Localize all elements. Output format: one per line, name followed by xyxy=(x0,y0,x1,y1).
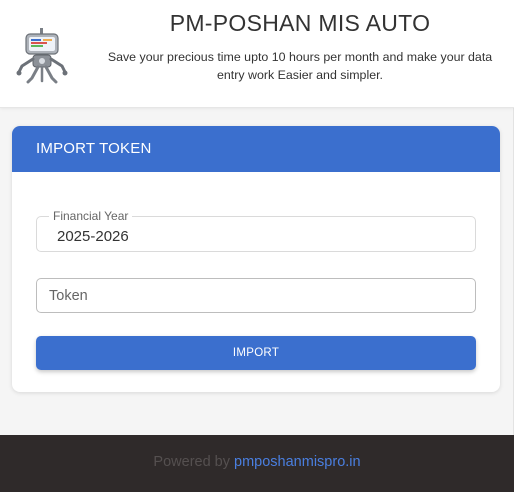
footer: Powered by pmposhanmispro.in xyxy=(0,435,514,492)
financial-year-field[interactable]: Financial Year 2025-2026 xyxy=(36,209,476,252)
import-button[interactable]: IMPORT xyxy=(36,336,476,370)
financial-year-label: Financial Year xyxy=(49,209,133,223)
app-header: PM-POSHAN MIS AUTO Save your precious ti… xyxy=(0,0,514,108)
token-field xyxy=(36,278,476,313)
app-title: PM-POSHAN MIS AUTO xyxy=(169,10,431,36)
card-title: IMPORT TOKEN xyxy=(36,140,152,157)
page: PM-POSHAN MIS AUTO Save your precious ti… xyxy=(0,0,514,492)
financial-year-value: 2025-2026 xyxy=(57,228,129,245)
app-tagline: Save your precious time upto 10 hours pe… xyxy=(107,50,493,82)
footer-site-link[interactable]: pmposhanmispro.in xyxy=(234,454,361,470)
card-header: IMPORT TOKEN xyxy=(12,126,500,172)
powered-by-text: Powered by xyxy=(153,454,235,470)
token-input[interactable] xyxy=(38,280,474,311)
footer-text: Powered by pmposhanmispro.in xyxy=(0,454,514,470)
robot-icon xyxy=(16,28,68,84)
import-token-card: IMPORT TOKEN Financial Year 2025-2026 IM… xyxy=(12,126,500,392)
